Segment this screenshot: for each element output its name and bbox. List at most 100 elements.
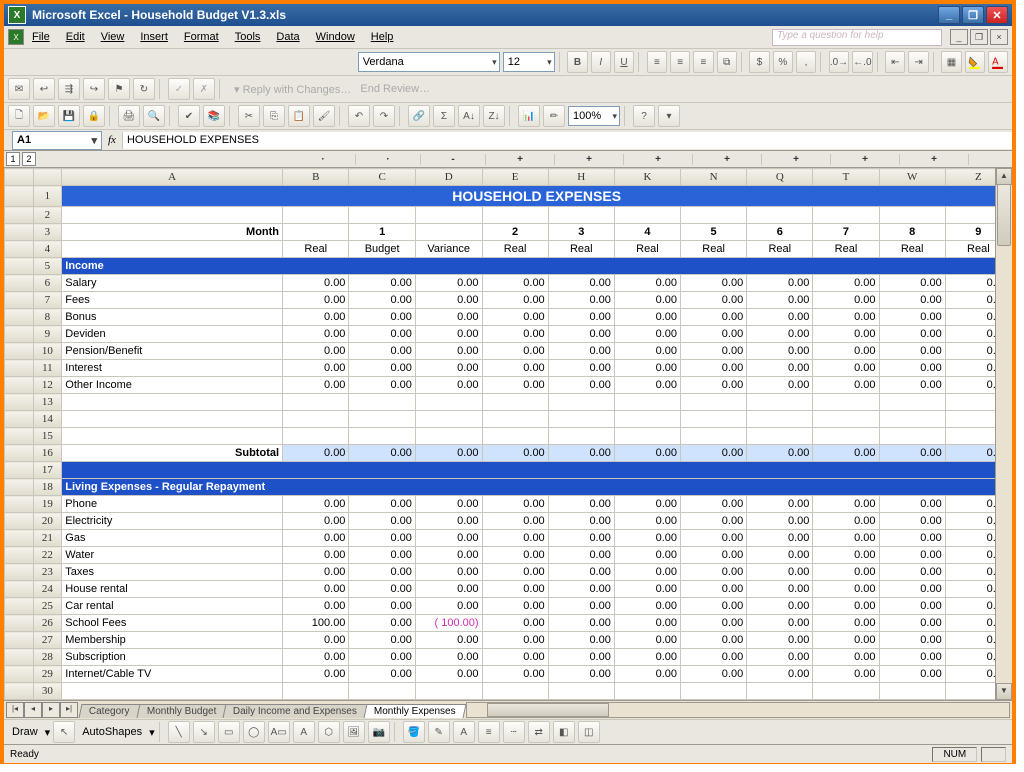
cell-8-7[interactable]: 0.00 [747, 309, 813, 326]
cell-21-7[interactable]: 0.00 [747, 530, 813, 547]
cell-19-9[interactable]: 0.00 [879, 496, 945, 513]
cell-11-0[interactable]: 0.00 [283, 360, 349, 377]
col-header-C[interactable]: C [349, 169, 415, 186]
format-painter-button[interactable]: 🖌 [313, 105, 335, 127]
font-select[interactable]: Verdana [358, 52, 500, 72]
cell-27-7[interactable]: 0.00 [747, 632, 813, 649]
cell-7-0[interactable]: 0.00 [283, 292, 349, 309]
cell-20-1[interactable]: 0.00 [349, 513, 415, 530]
drawing-button[interactable]: ✏ [543, 105, 565, 127]
cell-27-4[interactable]: 0.00 [548, 632, 614, 649]
research-button[interactable]: 📚 [203, 105, 225, 127]
new-mail-button[interactable]: ✉ [8, 78, 30, 100]
oval-button[interactable]: ◯ [243, 721, 265, 743]
menu-data[interactable]: Data [272, 29, 303, 45]
font-color-button[interactable]: A [988, 51, 1008, 73]
cell-21-6[interactable]: 0.00 [681, 530, 747, 547]
row-header-27[interactable]: 27 [33, 632, 62, 649]
cell-28-0[interactable]: 0.00 [283, 649, 349, 666]
cell-11-6[interactable]: 0.00 [681, 360, 747, 377]
cell-23-4[interactable]: 0.00 [548, 564, 614, 581]
cell-11-2[interactable]: 0.00 [415, 360, 482, 377]
row-header-29[interactable]: 29 [33, 666, 62, 683]
cell-27-9[interactable]: 0.00 [879, 632, 945, 649]
toolbar-options-button[interactable]: ▾ [658, 105, 680, 127]
row-header-8[interactable]: 8 [33, 309, 62, 326]
cell-7-5[interactable]: 0.00 [614, 292, 680, 309]
name-box[interactable]: A1 [12, 131, 102, 150]
reply-button[interactable]: ↩ [33, 78, 55, 100]
cell-26-0[interactable]: 100.00 [283, 615, 349, 632]
cell-9-8[interactable]: 0.00 [813, 326, 879, 343]
forward-button[interactable]: ↪ [83, 78, 105, 100]
row-header-13[interactable]: 13 [33, 394, 62, 411]
cell-23-2[interactable]: 0.00 [415, 564, 482, 581]
chart-button[interactable]: 📊 [518, 105, 540, 127]
outline-toggle-4[interactable]: + [555, 154, 624, 165]
cell-24-5[interactable]: 0.00 [614, 581, 680, 598]
cell-23-0[interactable]: 0.00 [283, 564, 349, 581]
row-header-28[interactable]: 28 [33, 649, 62, 666]
cell-10-9[interactable]: 0.00 [879, 343, 945, 360]
cell-8-9[interactable]: 0.00 [879, 309, 945, 326]
cell-12-8[interactable]: 0.00 [813, 377, 879, 394]
copy-button[interactable]: ⎘ [263, 105, 285, 127]
fill-color-draw-button[interactable]: 🪣 [403, 721, 425, 743]
clipart-button[interactable]: 🖼 [343, 721, 365, 743]
cell-9-1[interactable]: 0.00 [349, 326, 415, 343]
cell-20-8[interactable]: 0.00 [813, 513, 879, 530]
check-button[interactable]: ✓ [168, 78, 190, 100]
close-button[interactable]: ✕ [986, 6, 1008, 24]
cell-20-7[interactable]: 0.00 [747, 513, 813, 530]
cell-24-0[interactable]: 0.00 [283, 581, 349, 598]
line-button[interactable]: ╲ [168, 721, 190, 743]
cell-25-9[interactable]: 0.00 [879, 598, 945, 615]
cell-29-1[interactable]: 0.00 [349, 666, 415, 683]
row-header-31[interactable]: 31 [33, 700, 62, 701]
diagram-button[interactable]: ⬡ [318, 721, 340, 743]
row-header-14[interactable]: 14 [33, 411, 62, 428]
doc-restore-button[interactable]: ❐ [970, 29, 988, 45]
autosum-button[interactable]: Σ [433, 105, 455, 127]
row-header-15[interactable]: 15 [33, 428, 62, 445]
cell-19-4[interactable]: 0.00 [548, 496, 614, 513]
cell-6-0[interactable]: 0.00 [283, 275, 349, 292]
row-label-9[interactable]: Deviden [62, 326, 283, 343]
cell-26-1[interactable]: 0.00 [349, 615, 415, 632]
picture-button[interactable]: 📷 [368, 721, 390, 743]
cell-9-7[interactable]: 0.00 [747, 326, 813, 343]
cell-22-6[interactable]: 0.00 [681, 547, 747, 564]
cell-24-4[interactable]: 0.00 [548, 581, 614, 598]
cell-28-1[interactable]: 0.00 [349, 649, 415, 666]
cell-22-9[interactable]: 0.00 [879, 547, 945, 564]
row-header-26[interactable]: 26 [33, 615, 62, 632]
cell-22-5[interactable]: 0.00 [614, 547, 680, 564]
row-header-7[interactable]: 7 [33, 292, 62, 309]
autoshapes-menu[interactable]: AutoShapes [78, 726, 146, 738]
zoom-select[interactable]: 100% [568, 106, 620, 126]
cell-23-3[interactable]: 0.00 [482, 564, 548, 581]
cell-12-3[interactable]: 0.00 [482, 377, 548, 394]
print-button[interactable]: 🖨 [118, 105, 140, 127]
cell-21-4[interactable]: 0.00 [548, 530, 614, 547]
col-header-H[interactable]: H [548, 169, 614, 186]
cell-12-2[interactable]: 0.00 [415, 377, 482, 394]
horizontal-scrollbar[interactable] [466, 702, 1010, 718]
outline-toggle-1[interactable]: · [356, 154, 421, 165]
preview-button[interactable]: 🔍 [143, 105, 165, 127]
cell-19-8[interactable]: 0.00 [813, 496, 879, 513]
cell-8-4[interactable]: 0.00 [548, 309, 614, 326]
tab-first-button[interactable]: |◂ [6, 702, 24, 718]
cell-25-4[interactable]: 0.00 [548, 598, 614, 615]
sort-desc-button[interactable]: Z↓ [483, 105, 505, 127]
col-header-Q[interactable]: Q [747, 169, 813, 186]
undo-button[interactable]: ↶ [348, 105, 370, 127]
cell-29-0[interactable]: 0.00 [283, 666, 349, 683]
cell-10-0[interactable]: 0.00 [283, 343, 349, 360]
reply-all-button[interactable]: ⇶ [58, 78, 80, 100]
cell-23-6[interactable]: 0.00 [681, 564, 747, 581]
cell-27-2[interactable]: 0.00 [415, 632, 482, 649]
cell-11-1[interactable]: 0.00 [349, 360, 415, 377]
cell-26-9[interactable]: 0.00 [879, 615, 945, 632]
cell-23-9[interactable]: 0.00 [879, 564, 945, 581]
